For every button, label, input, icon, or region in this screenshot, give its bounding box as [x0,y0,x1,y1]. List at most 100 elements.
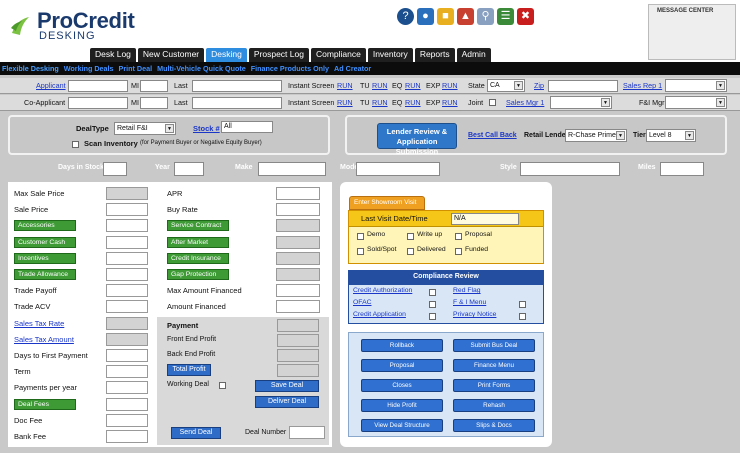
subnav-working-deals[interactable]: Working Deals [64,62,114,75]
close-icon[interactable]: ✖ [517,8,534,25]
map-icon[interactable]: ▲ [457,8,474,25]
tab-admin[interactable]: Admin [456,48,491,62]
message-center[interactable]: MESSAGE CENTER [648,4,736,60]
tu-run-link[interactable]: RUN [372,78,388,93]
tab-inventory[interactable]: Inventory [367,48,413,62]
last-visit-value-field[interactable]: N/A [451,213,519,225]
list-icon[interactable]: ☰ [497,8,514,25]
working-deal-checkbox[interactable] [219,382,226,389]
privacy-notice-checkbox[interactable] [519,313,526,320]
deal-fees-button[interactable]: Deal Fees [14,398,76,410]
state-select[interactable]: CA ▼ [487,79,525,92]
term-input[interactable] [106,365,148,379]
lender-review-button[interactable]: Lender Review & Application Submission [377,123,457,156]
fi-menu-checkbox[interactable] [519,301,526,308]
max-sale-price-input[interactable] [106,187,148,200]
doc-fee-input[interactable] [106,413,148,427]
submit-bus-deal-button[interactable]: Submit Bus Deal [453,339,535,352]
exp-run-link[interactable]: RUN [442,95,458,110]
applicant-first-name[interactable] [68,80,128,92]
sales-mgr-select[interactable]: ▼ [550,96,612,109]
after-market-input[interactable] [276,235,320,249]
trade-allowance-input[interactable] [106,268,148,281]
slips-docs-button[interactable]: Slips & Docs [453,419,535,432]
rollback-button[interactable]: Rollback [361,339,443,352]
ofac-link[interactable]: OFAC [353,299,372,306]
incentives-button[interactable]: Incentives [14,252,76,264]
instant-run-link[interactable]: RUN [337,95,353,110]
proposal-checkbox[interactable] [455,233,462,240]
days-to-first-payment-input[interactable] [106,349,148,362]
deal-fees-input[interactable] [106,397,148,411]
style-input[interactable] [520,162,620,176]
sales-rep-link[interactable]: Sales Rep 1 [623,78,662,93]
make-input[interactable] [258,162,326,176]
users-icon[interactable]: ● [417,8,434,25]
eq-run-link[interactable]: RUN [405,95,421,110]
miles-input[interactable] [660,162,704,176]
hide-profit-button[interactable]: Hide Profit [361,399,443,412]
sales-mgr-link[interactable]: Sales Mgr 1 [506,95,544,110]
total-profit-button[interactable]: Total Profit [167,364,211,376]
bank-fee-input[interactable] [106,430,148,443]
apr-input[interactable] [276,187,320,200]
accessories-input[interactable] [106,219,148,233]
send-deal-button[interactable]: Send Deal [171,427,221,439]
gap-protection-input[interactable] [276,268,320,281]
amount-financed-input[interactable] [276,300,320,314]
subnav-multi-vehicle-quote[interactable]: Multi-Vehicle Quick Quote [157,62,246,75]
service-contract-input[interactable] [276,219,320,233]
subnav-print-deal[interactable]: Print Deal [119,62,153,75]
tab-compliance[interactable]: Compliance [310,48,366,62]
proposal-button[interactable]: Proposal [361,359,443,372]
credit-application-checkbox[interactable] [429,313,436,320]
fi-menu-link[interactable]: F & I Menu [453,299,486,306]
rehash-button[interactable]: Rehash [453,399,535,412]
demo-checkbox[interactable] [357,233,364,240]
red-flag-link[interactable]: Red Flag [453,287,481,294]
joint-checkbox[interactable] [489,99,496,106]
subnav-flexible-desking[interactable]: Flexible Desking [2,62,59,75]
sales-tax-amount-label[interactable]: Sales Tax Amount [14,332,74,347]
tab-desking[interactable]: Desking [206,48,247,62]
after-market-button[interactable]: After Market [167,236,229,248]
customer-cash-input[interactable] [106,235,148,249]
buy-rate-input[interactable] [276,203,320,217]
deal-type-select[interactable]: Retail F&I ▼ [114,122,176,135]
view-deal-structure-button[interactable]: View Deal Structure [361,419,443,432]
sales-tax-rate-input[interactable] [106,316,148,330]
closes-button[interactable]: Closes [361,379,443,392]
tab-reports[interactable]: Reports [414,48,455,62]
year-input[interactable] [174,162,204,176]
trade-payoff-input[interactable] [106,284,148,298]
credit-authorization-checkbox[interactable] [429,289,436,296]
retail-lender-select[interactable]: R-Chase Prime ▼ [565,129,627,142]
accessories-button[interactable]: Accessories [14,220,76,232]
tier-select[interactable]: Level 8 ▼ [646,129,696,142]
print-forms-button[interactable]: Print Forms [453,379,535,392]
model-input[interactable] [356,162,440,176]
days-in-stock-input[interactable] [103,162,127,176]
sale-price-input[interactable] [106,203,148,217]
subnav-finance-products[interactable]: Finance Products Only [251,62,329,75]
help-icon[interactable]: ? [397,8,414,25]
credit-application-link[interactable]: Credit Application [353,311,406,318]
subnav-ad-creator[interactable]: Ad Creator [334,62,371,75]
sales-tax-amount-input[interactable] [106,332,148,346]
sales-rep-select[interactable]: ▼ [665,79,727,92]
co-applicant-last-name[interactable] [192,97,282,109]
max-amount-financed-input[interactable] [276,284,320,298]
credit-insurance-button[interactable]: Credit Insurance [167,252,229,264]
eq-run-link[interactable]: RUN [405,78,421,93]
folder-icon[interactable]: ■ [437,8,454,25]
stock-label[interactable]: Stock # [193,124,220,133]
payments-per-year-input[interactable] [106,381,148,395]
service-contract-button[interactable]: Service Contract [167,220,229,232]
co-applicant-mi[interactable] [140,97,168,109]
instant-run-link[interactable]: RUN [337,78,353,93]
privacy-notice-link[interactable]: Privacy Notice [453,311,496,318]
zip-input[interactable] [548,80,618,92]
search-icon[interactable]: ⚲ [477,8,494,25]
sold-spot-checkbox[interactable] [357,248,364,255]
fi-mgr-select[interactable]: ▼ [665,96,727,109]
